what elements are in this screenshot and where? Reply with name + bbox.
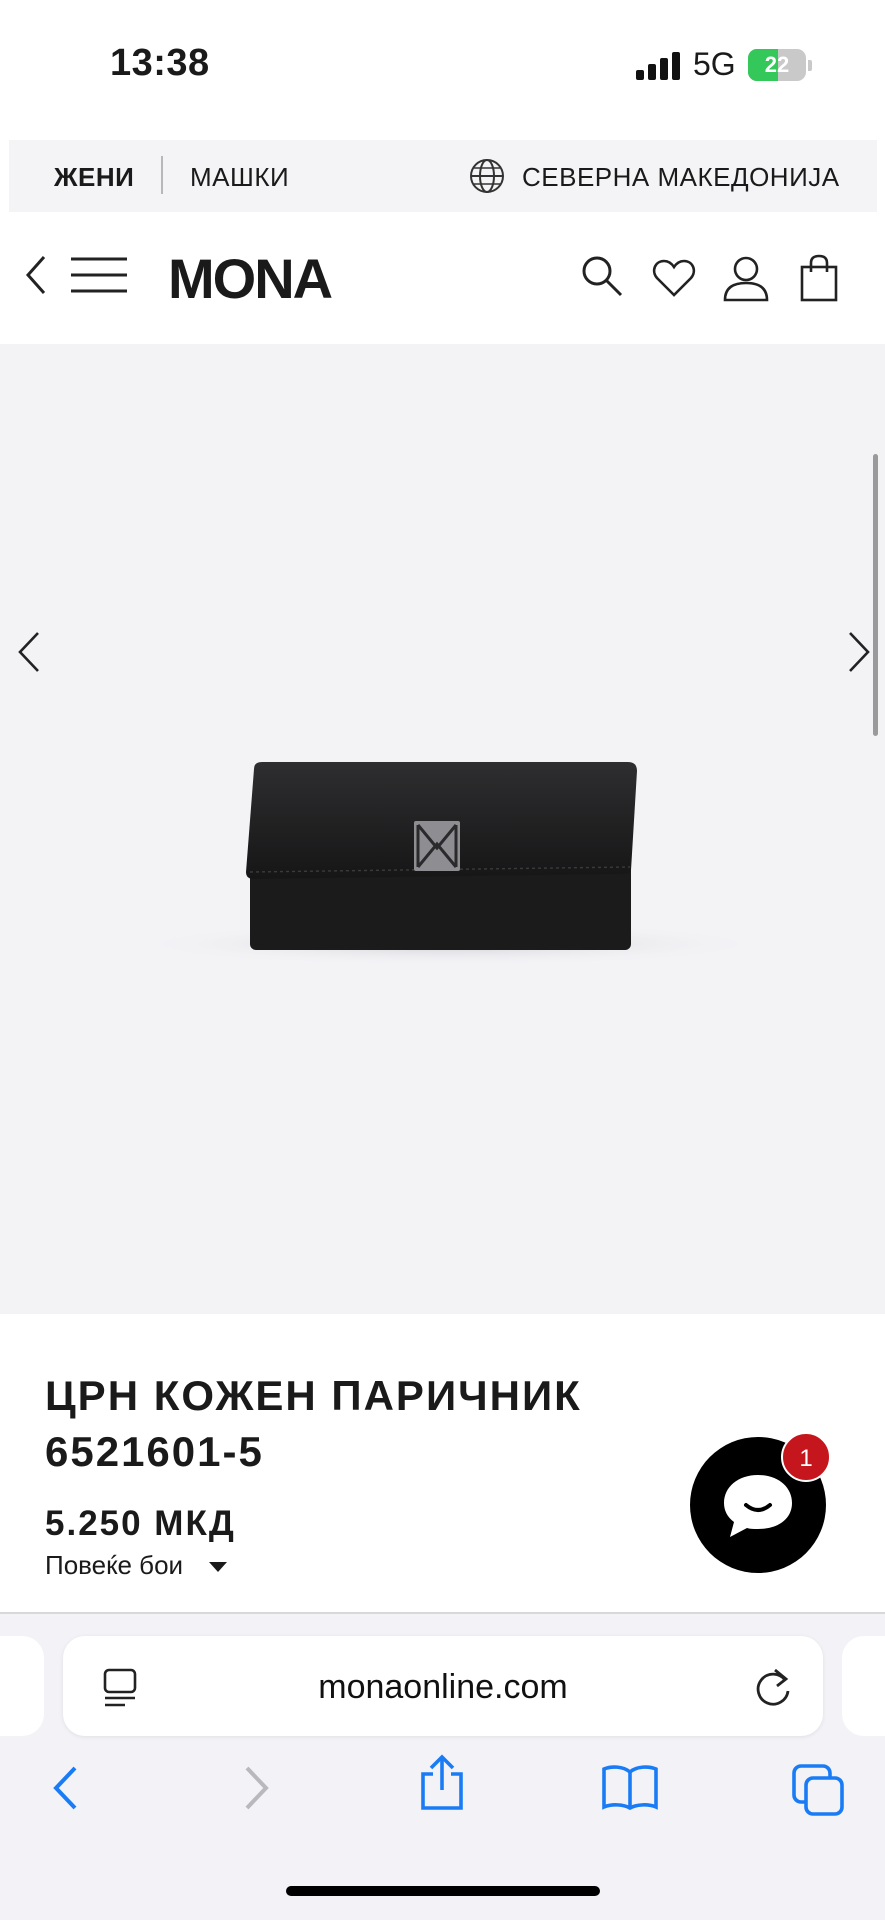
globe-icon[interactable]: [468, 157, 506, 195]
product-title: ЦРН КОЖЕН ПАРИЧНИК: [45, 1372, 582, 1419]
gallery-next-icon[interactable]: [844, 629, 874, 675]
reload-icon[interactable]: [753, 1666, 793, 1708]
chat-badge: 1: [781, 1432, 831, 1482]
browser-forward-icon[interactable]: [242, 1764, 272, 1812]
site-header: MONA: [0, 212, 885, 344]
gallery-prev-icon[interactable]: [14, 629, 44, 675]
search-icon[interactable]: [580, 254, 624, 298]
gender-tab-men[interactable]: МАШКИ: [190, 162, 289, 193]
country-selector[interactable]: СЕВЕРНА МАКЕДОНИЈА: [522, 162, 840, 193]
previous-tab-preview[interactable]: [0, 1636, 44, 1736]
product-gallery[interactable]: [0, 344, 885, 1314]
product-code: 6521601-5: [45, 1428, 264, 1475]
home-indicator[interactable]: [286, 1886, 600, 1896]
product-image: [150, 762, 750, 966]
share-icon[interactable]: [417, 1754, 467, 1812]
signal-icon: [636, 52, 680, 80]
brand-logo[interactable]: MONA: [168, 246, 333, 311]
chat-icon: [724, 1475, 792, 1537]
next-tab-preview[interactable]: [842, 1636, 885, 1736]
chevron-left-icon[interactable]: [24, 254, 48, 296]
browser-back-icon[interactable]: [50, 1764, 80, 1812]
network-type: 5G: [693, 46, 736, 82]
caret-down-icon[interactable]: [209, 1562, 227, 1572]
status-bar: 13:38 5G 22: [0, 0, 885, 130]
product-price: 5.250 МКД: [45, 1504, 236, 1543]
status-time: 13:38: [110, 42, 210, 84]
book-icon[interactable]: [601, 1764, 659, 1810]
scrollbar[interactable]: [873, 454, 878, 736]
address-bar[interactable]: monaonline.com: [63, 1636, 823, 1736]
battery-level: 22: [764, 52, 790, 77]
gender-tab-women[interactable]: ЖЕНИ: [54, 162, 134, 193]
shopping-bag-icon[interactable]: [800, 254, 838, 302]
hamburger-icon[interactable]: [71, 256, 127, 294]
divider: [161, 156, 163, 194]
user-icon[interactable]: [722, 254, 770, 302]
region-bar: ЖЕНИ МАШКИ СЕВЕРНА МАКЕДОНИЈА: [9, 140, 877, 212]
more-colors-toggle[interactable]: Повеќе бои: [45, 1550, 183, 1581]
url-text: monaonline.com: [318, 1668, 568, 1706]
heart-icon[interactable]: [652, 258, 696, 298]
tabs-icon[interactable]: [792, 1764, 844, 1816]
battery-icon: 22: [748, 49, 812, 81]
browser-toolbar: monaonline.com: [0, 1614, 885, 1920]
